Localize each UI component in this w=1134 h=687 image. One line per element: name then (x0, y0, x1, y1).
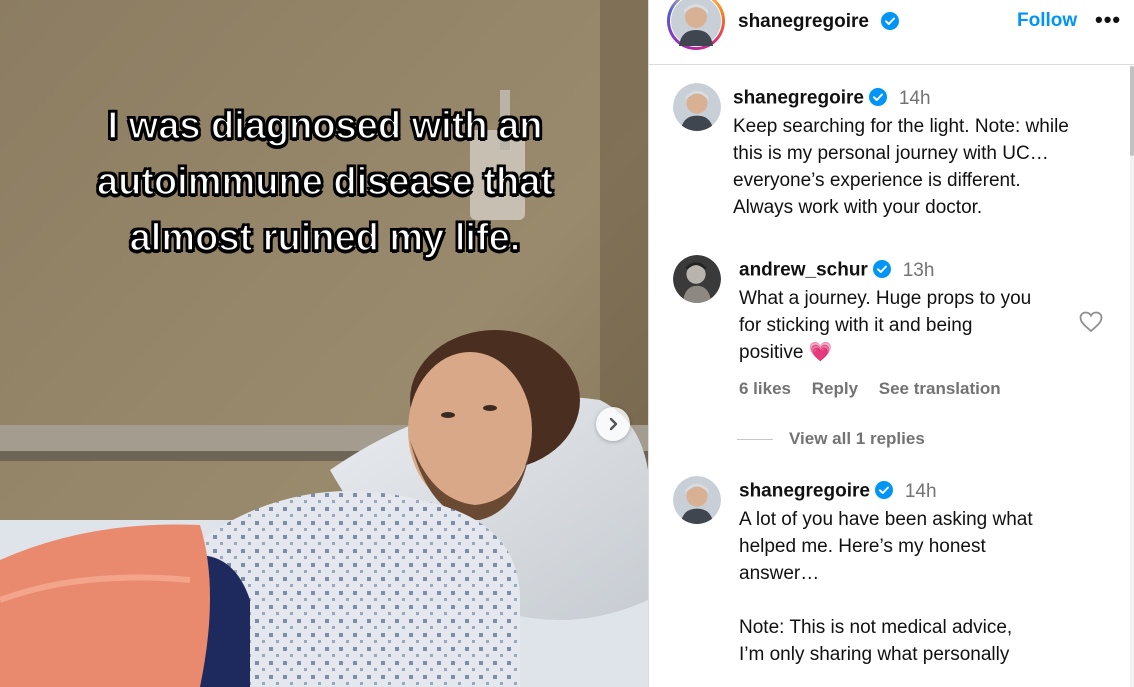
avatar (671, 0, 721, 46)
reply-button[interactable]: Reply (812, 379, 858, 398)
verified-badge-icon (880, 11, 900, 36)
next-slide-button[interactable] (596, 407, 630, 441)
comment-username[interactable]: andrew_schur (739, 260, 868, 281)
comment-timestamp[interactable]: 13h (903, 260, 935, 281)
verified-badge-icon (874, 480, 894, 505)
post-header: shanegregoire Follow ••• (649, 0, 1134, 65)
chevron-right-icon (609, 417, 618, 431)
comment-actions: 6 likes Reply See translation (739, 379, 1017, 399)
heart-outline-icon (1079, 311, 1103, 333)
comment-meta: shanegregoire 14h (739, 480, 937, 505)
verified-badge-icon (872, 259, 892, 284)
comment-username[interactable]: shanegregoire (733, 88, 864, 109)
post-author-username[interactable]: shanegregoire (738, 11, 869, 33)
view-replies-button[interactable]: View all 1 replies (737, 429, 925, 449)
comment-meta: andrew_schur 13h (739, 259, 934, 284)
see-translation-button[interactable]: See translation (879, 379, 1001, 398)
comment-text: Keep searching for the light. Note: whil… (733, 116, 1069, 218)
like-comment-button[interactable] (1079, 311, 1103, 338)
comment-text: A lot of you have been asking what helpe… (739, 509, 1033, 665)
avatar[interactable] (673, 476, 721, 524)
avatar[interactable] (673, 83, 721, 131)
scrollbar-track[interactable] (1130, 66, 1134, 687)
follow-button[interactable]: Follow (1017, 10, 1077, 32)
avatar[interactable] (673, 255, 721, 303)
comment-text: What a journey. Huge props to you for st… (739, 285, 1069, 366)
post-media[interactable]: I was diagnosed with an autoimmune disea… (0, 0, 648, 687)
view-replies-label: View all 1 replies (789, 429, 925, 448)
comments-list[interactable]: shanegregoire 14h Keep searching for the… (649, 65, 1134, 687)
comment-text-body: What a journey. Huge props to you for st… (739, 288, 1032, 363)
comment-username[interactable]: shanegregoire (739, 481, 870, 502)
likes-count[interactable]: 6 likes (739, 379, 791, 398)
comment-timestamp[interactable]: 14h (899, 88, 931, 109)
heart-emoji: 💗 (808, 342, 833, 363)
comment-meta: shanegregoire 14h (733, 87, 931, 112)
scrollbar-thumb[interactable] (1130, 66, 1134, 156)
comment-timestamp[interactable]: 14h (905, 481, 937, 502)
replies-line (737, 439, 773, 441)
verified-badge-icon (868, 87, 888, 112)
post-caption-overlay: I was diagnosed with an autoimmune disea… (96, 104, 554, 260)
more-options-icon[interactable]: ••• (1095, 7, 1121, 33)
story-ring[interactable] (667, 0, 725, 50)
